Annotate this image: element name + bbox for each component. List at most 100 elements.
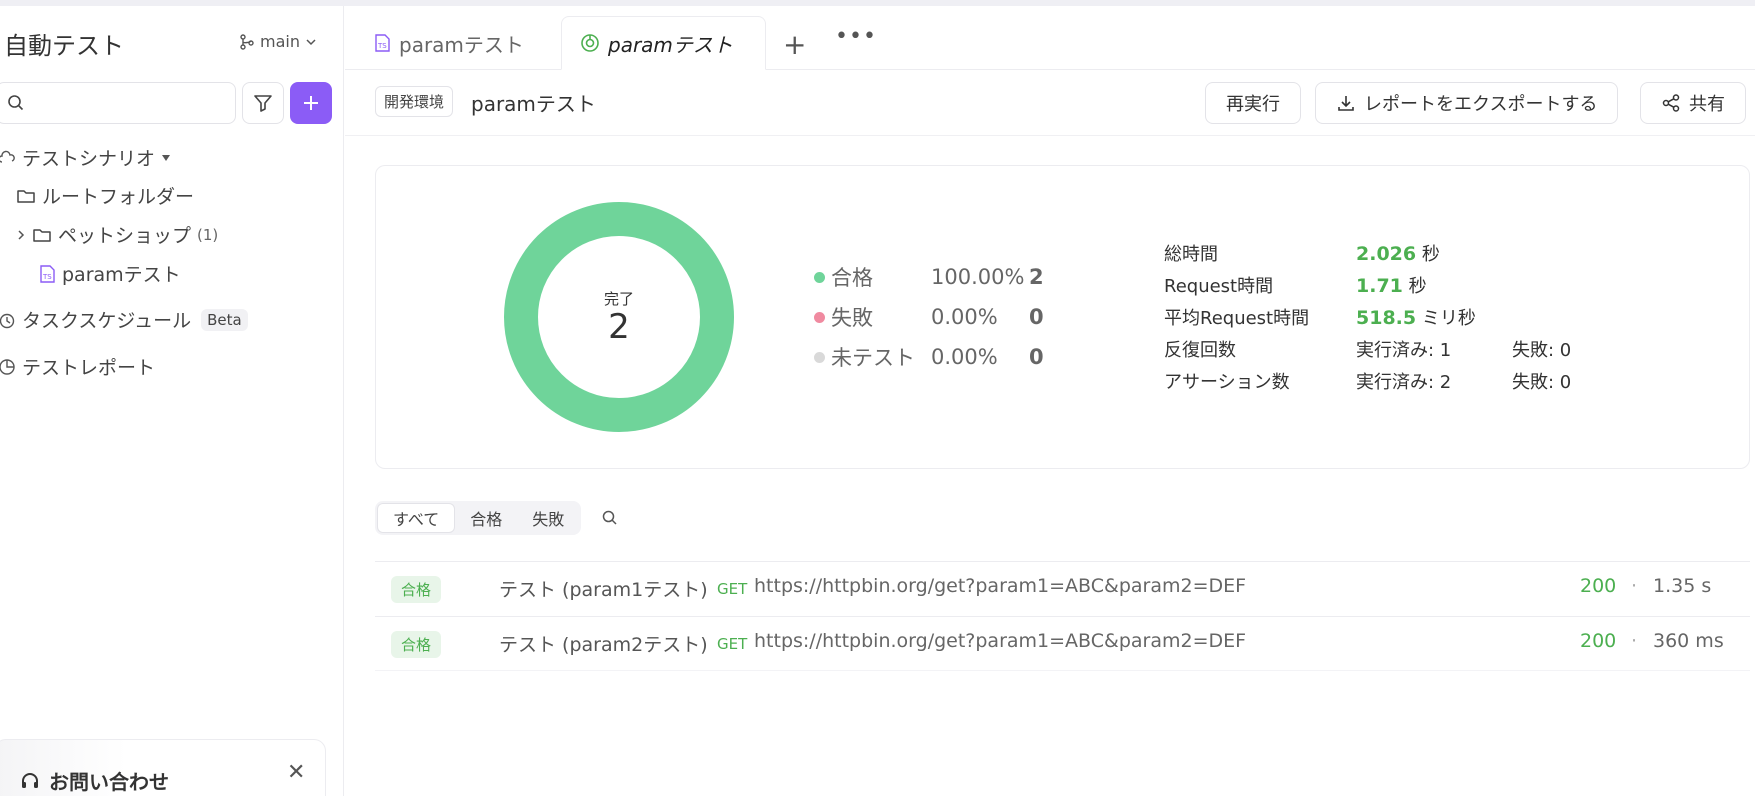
clock-icon [0,313,15,328]
result-name: テスト (param1テスト) [499,579,708,601]
request-url: https://httpbin.org/get?param1=ABC&param… [754,630,1247,652]
tab-param-test-report[interactable]: paramテスト [561,16,766,70]
export-report-button[interactable]: レポートをエクスポートする [1315,82,1619,124]
status-code: 200 [1580,630,1617,652]
tree-label: タスクスケジュール [22,310,192,332]
sidebar: 自動テスト main テストシナリオ ルートフォルダー ペットショップ (1) … [0,6,344,796]
untested-dot-icon [814,351,825,363]
cloud-ts-icon [0,150,15,163]
legend-fail: 失敗 0.00% 0 [814,302,1044,332]
legend-untested: 未テスト 0.00% 0 [814,342,1044,372]
legend-name: 合格 [831,266,873,290]
stat-label: アサーション数 [1164,372,1290,393]
folder-icon [33,228,51,242]
result-row[interactable]: 合格 テスト (param2テスト) GET https://httpbin.o… [375,616,1750,671]
stat-label: 反復回数 [1164,340,1236,361]
stat-label: 総時間 [1164,244,1218,265]
status-badge: 合格 [391,576,442,603]
donut-label: 完了 [603,289,634,308]
share-icon [1662,94,1680,112]
tree-test-scenarios[interactable]: テストシナリオ [0,144,171,171]
rerun-button[interactable]: 再実行 [1205,82,1301,124]
search-input[interactable] [0,82,236,124]
folder-icon [17,189,35,203]
tree-label: paramテスト [62,264,181,286]
stat-label: 平均Request時間 [1164,308,1310,329]
sidebar-title: 自動テスト [4,32,124,60]
tree-petshop-folder[interactable]: ペットショップ (1) [16,221,218,248]
button-label: レポートをエクスポートする [1364,94,1598,115]
legend-count: 0 [1029,345,1044,369]
separator: · [1631,630,1638,652]
status-code: 200 [1580,575,1617,597]
tab-label: paramテスト [608,32,733,57]
stat-value: 518.5 [1356,307,1417,329]
stat-value: 1.71 [1356,275,1403,297]
download-icon [1338,96,1354,111]
legend-percent: 100.00% [931,265,1025,289]
tree-task-schedule[interactable]: タスクスケジュール Beta [0,306,248,333]
new-tab-button[interactable]: + [783,28,806,61]
status-badge: 合格 [391,631,442,658]
result-row[interactable]: 合格 テスト (param1テスト) GET https://httpbin.o… [375,561,1750,616]
fail-dot-icon [814,311,825,323]
stat-unit: 秒 [1421,244,1440,265]
legend-count: 2 [1029,265,1044,289]
filter-button[interactable] [242,82,284,124]
svg-text:TS: TS [377,42,387,50]
search-icon [8,95,24,111]
branch-selector[interactable]: main [240,32,316,51]
tree-label: テストシナリオ [22,148,156,170]
http-method: GET [717,635,748,653]
response-time: 1.35 s [1653,575,1712,597]
page-title: paramテスト [471,92,596,116]
tab-param-test-scenario[interactable]: TS paramテスト [355,16,542,70]
search-icon[interactable] [601,509,619,527]
headset-icon [22,772,38,788]
result-name: テスト (param2テスト) [499,634,708,656]
tree-label: ペットショップ [58,225,192,247]
close-icon[interactable]: ✕ [287,760,305,785]
svg-text:TS: TS [42,273,52,281]
filter-pass[interactable]: 合格 [455,503,517,533]
more-icon[interactable]: ••• [835,24,877,49]
environment-badge[interactable]: 開発環境 [375,86,454,117]
contact-label: お問い合わせ [49,770,169,794]
contact-link[interactable]: お問い合わせ [19,766,169,795]
tab-bar: TS paramテスト paramテスト + ••• [345,6,1755,70]
test-scenario-icon: TS [40,264,55,283]
chevron-down-icon [306,38,316,45]
plus-icon [304,96,318,110]
beta-badge: Beta [201,308,248,331]
legend-percent: 0.00% [931,345,998,369]
filter-fail[interactable]: 失敗 [517,503,579,533]
donut-center: 完了 2 [504,202,734,432]
separator: · [1631,575,1638,597]
run-report-icon [581,34,599,52]
summary-card: 完了 2 合格 100.00% 2 失敗 0.00% 0 未テスト 0.00% … [375,165,1750,469]
tree-label: テストレポート [22,357,156,379]
share-button[interactable]: 共有 [1640,82,1746,124]
http-method: GET [717,580,748,598]
stat-failed: 失敗: 0 [1512,372,1572,393]
button-label: 再実行 [1226,94,1280,115]
stat-executed: 実行済み: 1 [1356,340,1452,361]
stat-unit: ミリ秒 [1421,308,1476,329]
report-icon [0,358,15,375]
response-time: 360 ms [1653,630,1724,652]
add-button[interactable] [290,82,332,124]
pass-dot-icon [814,271,825,283]
donut-value: 2 [608,306,630,347]
branch-name: main [260,32,300,51]
test-scenario-icon: TS [375,34,390,52]
result-filter-tabs: すべて 合格 失敗 [375,501,582,535]
tree-param-test[interactable]: TS paramテスト [38,260,181,287]
tree-test-report[interactable]: テストレポート [0,353,155,380]
stat-label: Request時間 [1164,276,1274,297]
filter-all[interactable]: すべて [377,503,456,533]
request-url: https://httpbin.org/get?param1=ABC&param… [754,575,1247,597]
tree-root-folder[interactable]: ルートフォルダー [16,182,194,209]
legend-name: 未テスト [831,346,915,370]
chevron-right-icon [18,229,25,240]
stat-executed: 実行済み: 2 [1356,372,1452,393]
